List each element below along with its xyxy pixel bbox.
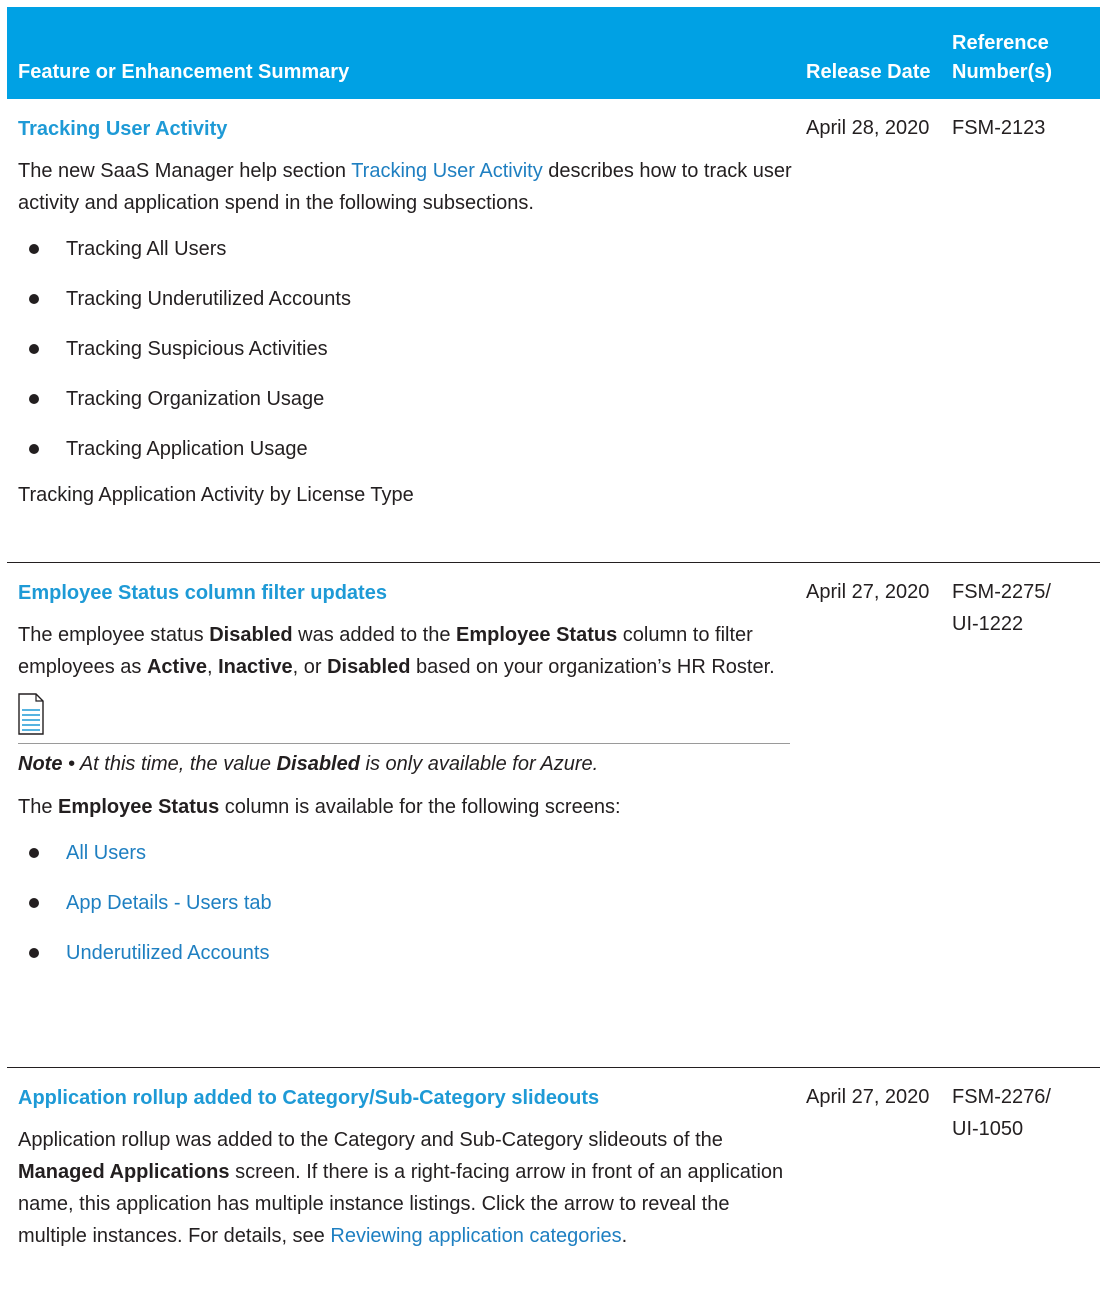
screens-list: All Users App Details - Users tab Underu…: [18, 833, 798, 973]
table-row: Application rollup added to Category/Sub…: [7, 1068, 1100, 1310]
header-summary: Feature or Enhancement Summary: [7, 7, 798, 99]
header-reference-line2: Number(s): [952, 61, 1053, 83]
text-bold: Disabled: [276, 753, 360, 775]
text: column is available for the following sc…: [219, 796, 621, 818]
list-item: Tracking Underutilized Accounts: [18, 279, 798, 319]
row-description: Application rollup was added to the Cate…: [18, 1124, 798, 1252]
list-item: Underutilized Accounts: [18, 933, 798, 973]
row-reference: FSM-2123: [946, 99, 1100, 562]
tracking-user-activity-link[interactable]: Tracking User Activity: [351, 160, 543, 182]
reference-line1: FSM-2276/: [952, 1086, 1051, 1108]
text: based on your organization’s HR Roster.: [410, 656, 775, 678]
header-release-date: Release Date: [798, 7, 946, 99]
text: • At this time, the value: [62, 753, 277, 775]
text-bold: Employee Status: [456, 624, 618, 646]
text: .: [621, 1225, 628, 1247]
header-release-date-label: Release Date: [806, 61, 931, 83]
note-document-icon-svg: [18, 693, 44, 735]
text: The: [18, 796, 59, 818]
app-details-users-tab-link[interactable]: App Details - Users tab: [66, 892, 272, 914]
reference-line1: FSM-2123: [952, 117, 1046, 139]
table-row: Employee Status column filter updates Th…: [7, 563, 1100, 1068]
header-reference-line1: Reference: [952, 32, 1049, 54]
table-header: Feature or Enhancement Summary Release D…: [7, 7, 1100, 99]
list-item: Tracking All Users: [18, 229, 798, 269]
text-bold: Inactive: [218, 656, 293, 678]
text: The employee status: [18, 624, 210, 646]
reviewing-application-categories-link[interactable]: Reviewing application categories: [330, 1225, 621, 1247]
row-release-date: April 28, 2020: [806, 117, 930, 139]
text-bold: Active: [146, 656, 207, 678]
list-item: Tracking Organization Usage: [18, 379, 798, 419]
release-notes-table: Feature or Enhancement Summary Release D…: [7, 7, 1100, 1310]
row-description: The employee status Disabled was added t…: [18, 619, 798, 683]
row-summary-cell: Tracking User Activity The new SaaS Mana…: [7, 99, 798, 562]
header-reference: Reference Number(s): [946, 7, 1100, 99]
text-bold: Disabled: [327, 656, 411, 678]
row-release-date: April 27, 2020: [806, 1086, 930, 1108]
note-document-icon: [18, 693, 798, 741]
text: ,: [207, 656, 219, 678]
text: , or: [292, 656, 328, 678]
row-reference: FSM-2276/ UI-1050: [946, 1068, 1100, 1310]
header-reference-label: Reference Number(s): [952, 29, 1052, 87]
text: was added to the: [292, 624, 457, 646]
note-label: Note: [18, 753, 63, 775]
row-summary-cell: Application rollup added to Category/Sub…: [7, 1068, 798, 1310]
trailing-text: Tracking Application Activity by License…: [18, 484, 414, 506]
header-summary-label: Feature or Enhancement Summary: [18, 61, 350, 83]
list-item: All Users: [18, 833, 798, 873]
intro-text: The new SaaS Manager help section: [18, 160, 352, 182]
subsection-list: Tracking All Users Tracking Underutilize…: [18, 229, 798, 469]
row-summary-cell: Employee Status column filter updates Th…: [7, 563, 798, 1067]
reference-line2: UI-1222: [952, 613, 1024, 635]
row-title[interactable]: Tracking User Activity: [18, 113, 798, 145]
text-bold: Managed Applications: [18, 1161, 230, 1183]
list-item: Tracking Application Usage: [18, 429, 798, 469]
underutilized-accounts-link[interactable]: Underutilized Accounts: [66, 942, 269, 964]
table-row: Tracking User Activity The new SaaS Mana…: [7, 99, 1100, 563]
list-item: App Details - Users tab: [18, 883, 798, 923]
reference-line1: FSM-2275/: [952, 581, 1051, 603]
text-bold: Disabled: [209, 624, 293, 646]
text-bold: Employee Status: [58, 796, 220, 818]
all-users-link[interactable]: All Users: [66, 842, 146, 864]
screens-intro: The Employee Status column is available …: [18, 791, 798, 823]
row-reference: FSM-2275/ UI-1222: [946, 563, 1100, 1067]
text: Application rollup was added to the Cate…: [18, 1129, 723, 1151]
row-title[interactable]: Employee Status column filter updates: [18, 577, 798, 609]
note-text: Note • At this time, the value Disabled …: [18, 747, 798, 781]
row-intro: The new SaaS Manager help section Tracki…: [18, 155, 798, 219]
reference-line2: UI-1050: [952, 1118, 1024, 1140]
note-divider: [18, 743, 790, 744]
row-title[interactable]: Application rollup added to Category/Sub…: [18, 1082, 798, 1114]
text: is only available for Azure.: [359, 753, 599, 775]
row-release-date: April 27, 2020: [806, 581, 930, 603]
list-item: Tracking Suspicious Activities: [18, 329, 798, 369]
